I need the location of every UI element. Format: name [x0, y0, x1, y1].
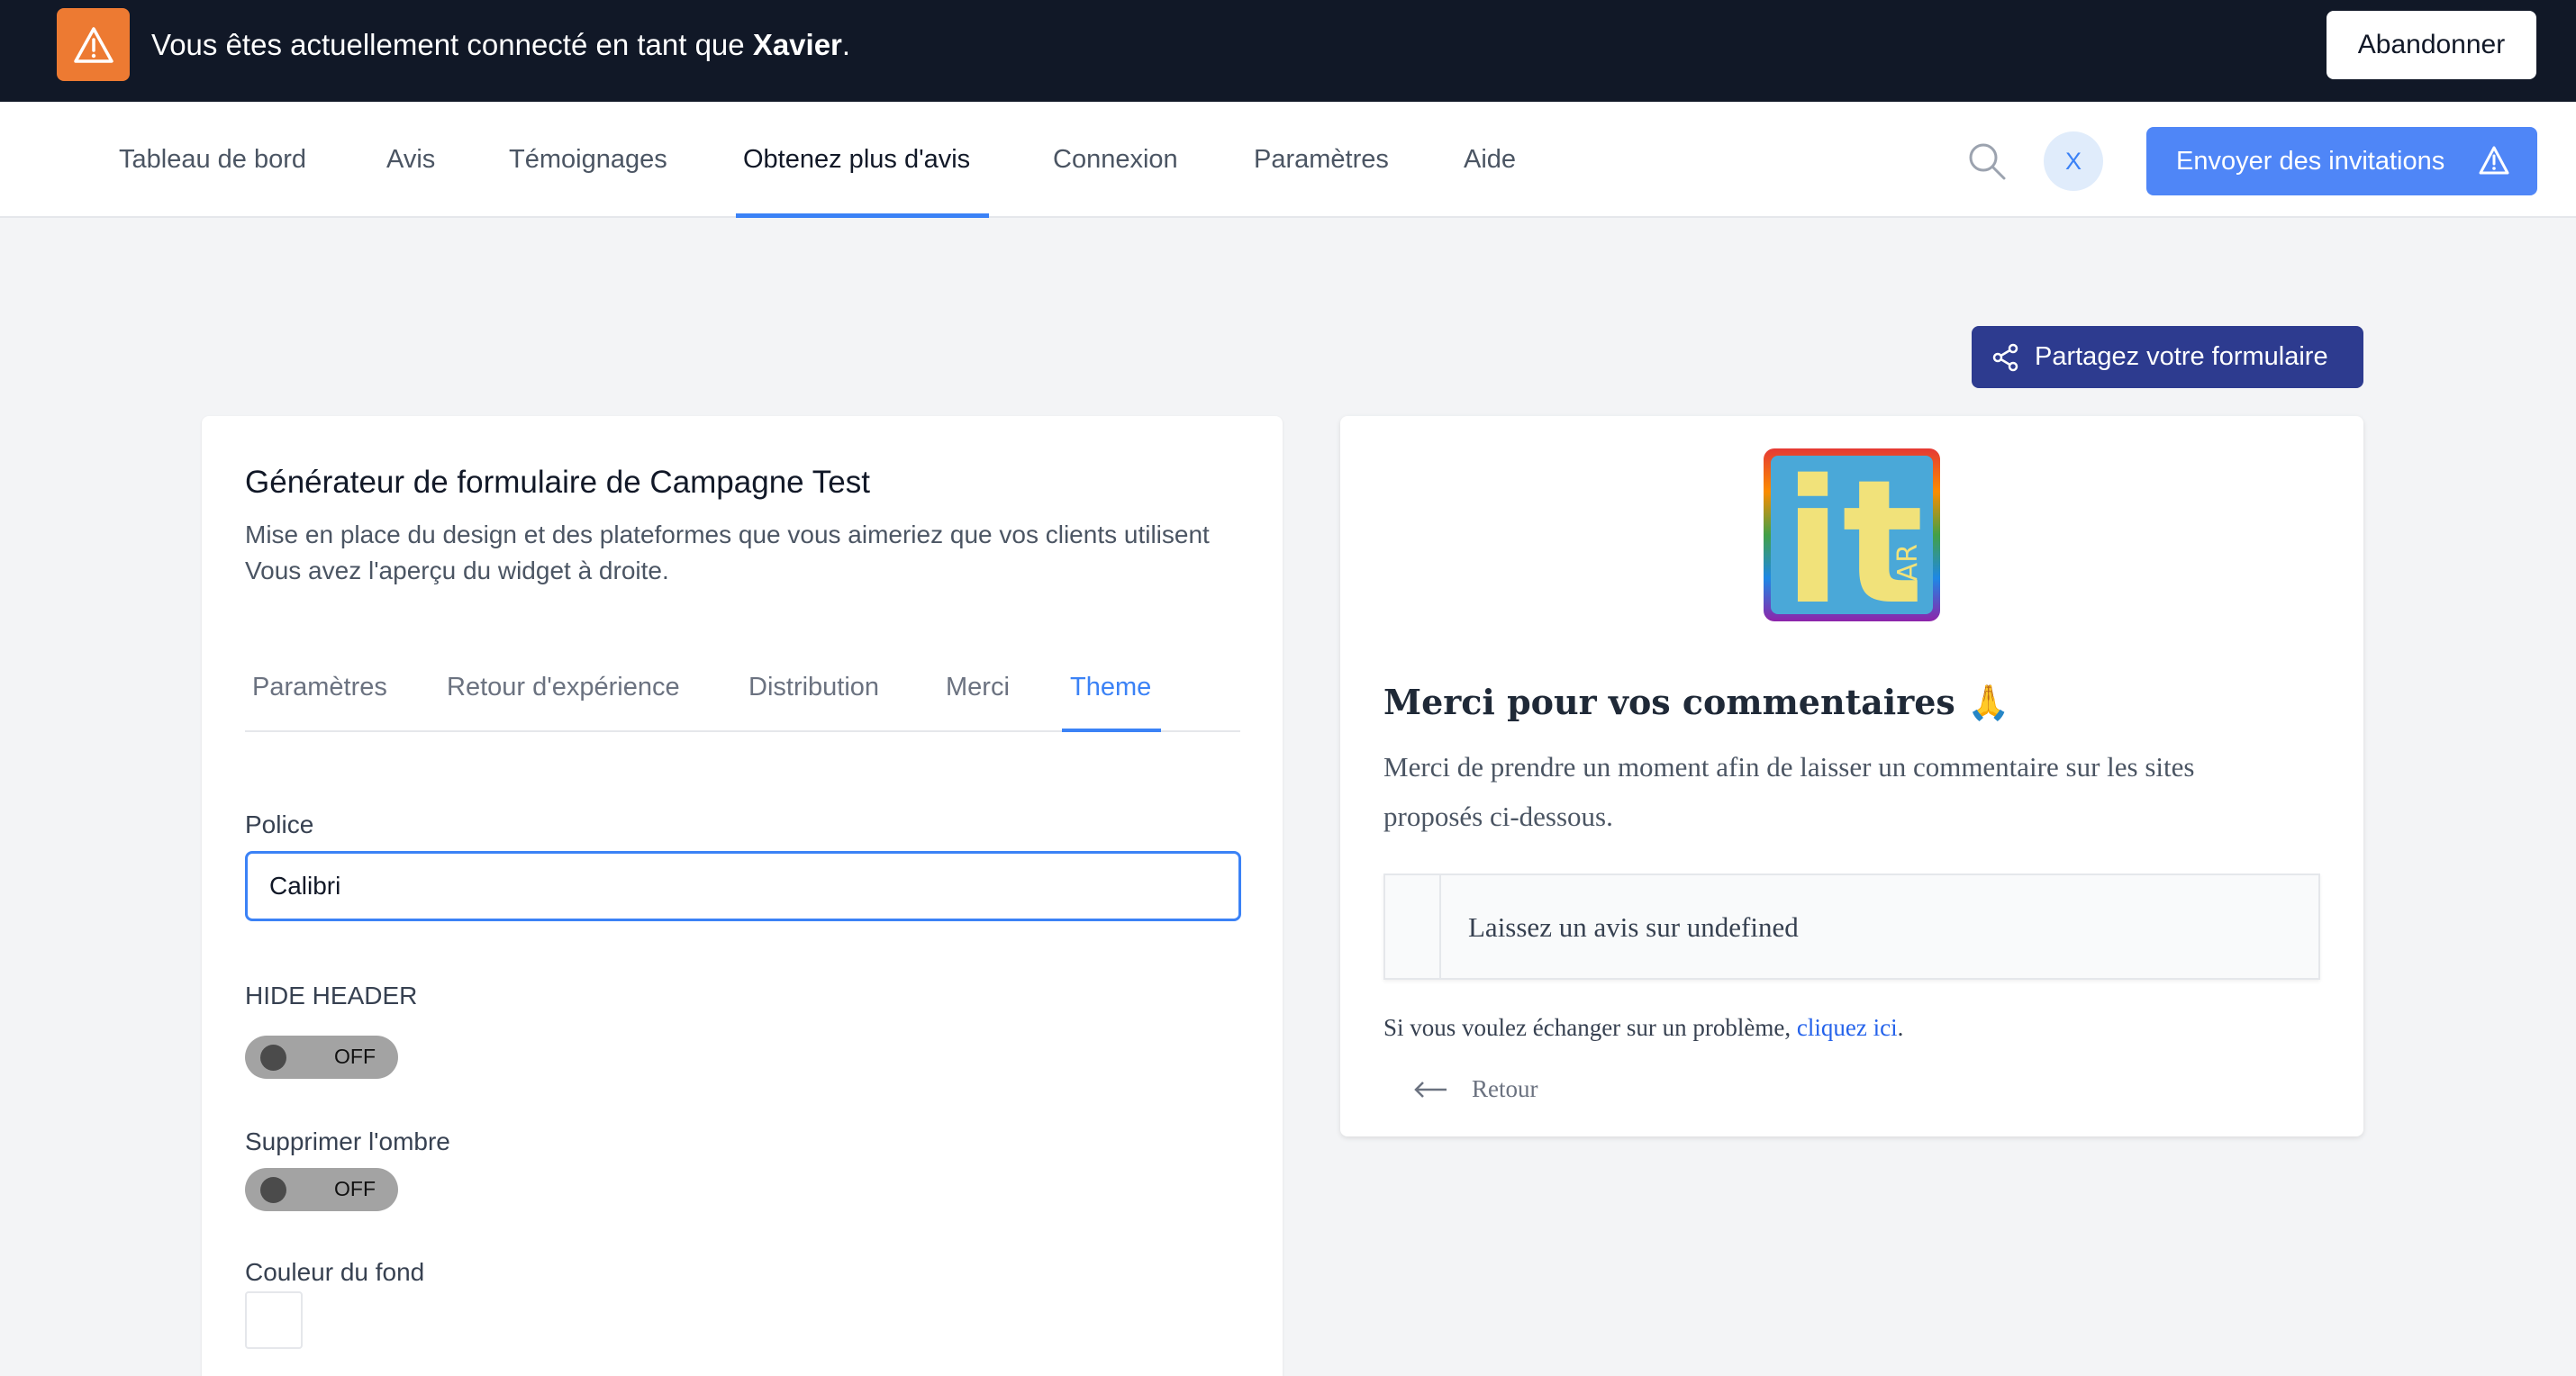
toggle-knob	[260, 1045, 286, 1071]
widget-preview-card: it BAR Merci pour vos commentaires 🙏 Mer…	[1340, 416, 2363, 1136]
nav-item-dashboard[interactable]: Tableau de bord	[119, 102, 306, 218]
nav-item-help[interactable]: Aide	[1464, 102, 1516, 218]
preview-description: Merci de prendre un moment afin de laiss…	[1383, 751, 2195, 832]
tab-feedback[interactable]: Retour d'expérience	[447, 673, 680, 732]
toggle-knob	[260, 1177, 286, 1203]
tab-theme[interactable]: Theme	[1070, 673, 1151, 732]
tab-active-indicator	[1062, 729, 1161, 732]
description-line-1: Mise en place du design et des plateform…	[245, 521, 1210, 548]
nav-item-get-more-reviews[interactable]: Obtenez plus d'avis	[743, 102, 970, 218]
description-line-2: Vous avez l'aperçu du widget à droite.	[245, 557, 669, 584]
logo-subtext: BAR	[1892, 544, 1924, 600]
tab-distribution[interactable]: Distribution	[748, 673, 879, 732]
warning-icon	[57, 8, 130, 81]
remove-shadow-label: Supprimer l'ombre	[245, 1127, 450, 1155]
banner-message: Vous êtes actuellement connecté en tant …	[151, 28, 851, 61]
form-builder-card: Générateur de formulaire de Campagne Tes…	[202, 416, 1283, 1376]
back-label: Retour	[1472, 1075, 1538, 1102]
back-button[interactable]: Retour	[1414, 1075, 1538, 1103]
tab-thanks[interactable]: Merci	[946, 673, 1010, 732]
send-invitations-label: Envoyer des invitations	[2176, 146, 2445, 176]
builder-tabs: Paramètres Retour d'expérience Distribut…	[245, 673, 1240, 732]
hide-header-label: HIDE HEADER	[245, 982, 418, 1009]
card-description: Mise en place du design et des plateform…	[245, 517, 1236, 589]
banner-user: Xavier	[752, 28, 842, 61]
share-form-label: Partagez votre formulaire	[2035, 342, 2328, 371]
nav-item-testimonials[interactable]: Témoignages	[509, 102, 667, 218]
font-label: Police	[245, 810, 314, 838]
review-platform-item[interactable]: Laissez un avis sur undefined	[1383, 874, 2320, 980]
send-invitations-button[interactable]: Envoyer des invitations	[2146, 127, 2537, 195]
nav-item-reviews[interactable]: Avis	[386, 102, 435, 218]
preview-title: Merci pour vos commentaires 🙏	[1383, 682, 2010, 722]
background-color-swatch[interactable]	[245, 1291, 303, 1349]
remove-shadow-toggle[interactable]: OFF	[245, 1168, 398, 1211]
nav-active-indicator	[736, 213, 989, 218]
nav-item-connection[interactable]: Connexion	[1053, 102, 1178, 218]
font-input[interactable]	[245, 851, 1241, 921]
search-icon[interactable]	[1966, 140, 2008, 182]
hide-header-toggle[interactable]: OFF	[245, 1036, 398, 1079]
platform-icon-slot	[1385, 875, 1441, 978]
tab-settings[interactable]: Paramètres	[252, 673, 387, 732]
review-platform-label: Laissez un avis sur undefined	[1468, 911, 1799, 943]
toggle-state: OFF	[334, 1177, 376, 1200]
share-form-button[interactable]: Partagez votre formulaire	[1972, 326, 2363, 388]
avatar[interactable]: X	[2044, 131, 2103, 191]
share-icon	[1991, 343, 2020, 379]
abandon-button[interactable]: Abandonner	[2327, 11, 2536, 79]
toggle-state: OFF	[334, 1045, 376, 1068]
nav-item-settings[interactable]: Paramètres	[1254, 102, 1389, 218]
page-title: Générateur de formulaire de Campagne Tes…	[245, 465, 870, 500]
contact-link[interactable]: cliquez ici	[1797, 1014, 1898, 1041]
warning-icon	[2478, 145, 2510, 183]
impersonation-banner: Vous êtes actuellement connecté en tant …	[0, 0, 2576, 102]
problem-contact-text: Si vous voulez échanger sur un problème,…	[1383, 1014, 1904, 1041]
background-color-label: Couleur du fond	[245, 1258, 425, 1286]
itbar-logo: it BAR	[1762, 443, 1942, 642]
arrow-left-icon	[1414, 1081, 1447, 1098]
